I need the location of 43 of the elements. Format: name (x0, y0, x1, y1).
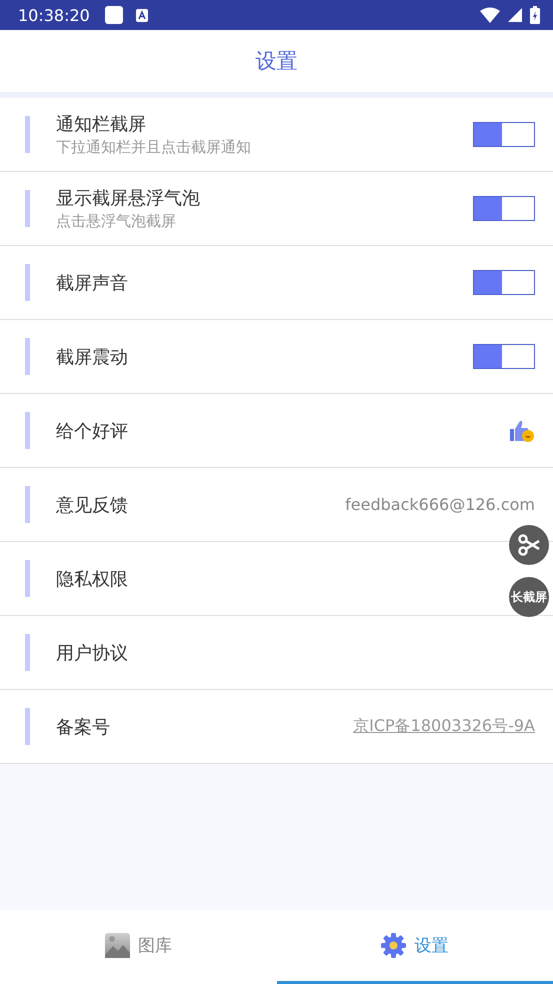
settings-row[interactable]: 用户协议 (0, 616, 553, 690)
accent-bar (25, 634, 30, 671)
scissors-icon (517, 533, 541, 557)
setting-label: 显示截屏悬浮气泡 (56, 187, 201, 210)
thumbs-up-icon (509, 418, 535, 442)
notification-icon (136, 8, 148, 22)
notification-icon (104, 5, 124, 25)
page-title: 设置 (256, 48, 298, 75)
settings-row[interactable]: 给个好评 (0, 394, 553, 468)
setting-label: 通知栏截屏 (56, 113, 147, 136)
accent-bar (25, 486, 30, 523)
settings-row[interactable]: 截屏震动 (0, 320, 553, 394)
settings-row[interactable]: 显示截屏悬浮气泡 点击悬浮气泡截屏 (0, 172, 553, 246)
email-text: feedback666@126.com (345, 495, 535, 514)
toggle-switch[interactable] (473, 344, 535, 369)
accent-bar (25, 708, 30, 745)
settings-row[interactable]: 备案号 京ICP备18003326号-9A (0, 690, 553, 764)
settings-row[interactable]: 通知栏截屏 下拉通知栏并且点击截屏通知 (0, 98, 553, 172)
setting-description: 点击悬浮气泡截屏 (56, 212, 177, 231)
setting-label: 用户协议 (56, 642, 129, 664)
accent-bar (25, 190, 30, 227)
signal-icon (508, 8, 522, 22)
gear-icon (381, 933, 406, 958)
accent-bar (25, 116, 30, 153)
battery-icon (530, 6, 540, 24)
settings-row[interactable]: 截屏声音 (0, 246, 553, 320)
status-time: 10:38:20 (18, 6, 90, 24)
accent-bar (25, 560, 30, 597)
accent-bar (25, 338, 30, 375)
setting-label: 备案号 (56, 716, 111, 738)
accent-bar (25, 264, 30, 301)
setting-label: 截屏震动 (56, 346, 129, 368)
toggle-switch[interactable] (473, 270, 535, 295)
setting-label: 给个好评 (56, 420, 129, 442)
image-icon (104, 933, 130, 958)
wifi-icon (480, 7, 500, 23)
setting-description: 下拉通知栏并且点击截屏通知 (56, 138, 252, 157)
toggle-switch[interactable] (473, 196, 535, 221)
setting-label: 隐私权限 (56, 568, 129, 590)
setting-label: 意见反馈 (56, 494, 129, 516)
setting-label: 截屏声音 (56, 272, 129, 294)
accent-bar (25, 412, 30, 449)
toggle-switch[interactable] (473, 122, 535, 147)
